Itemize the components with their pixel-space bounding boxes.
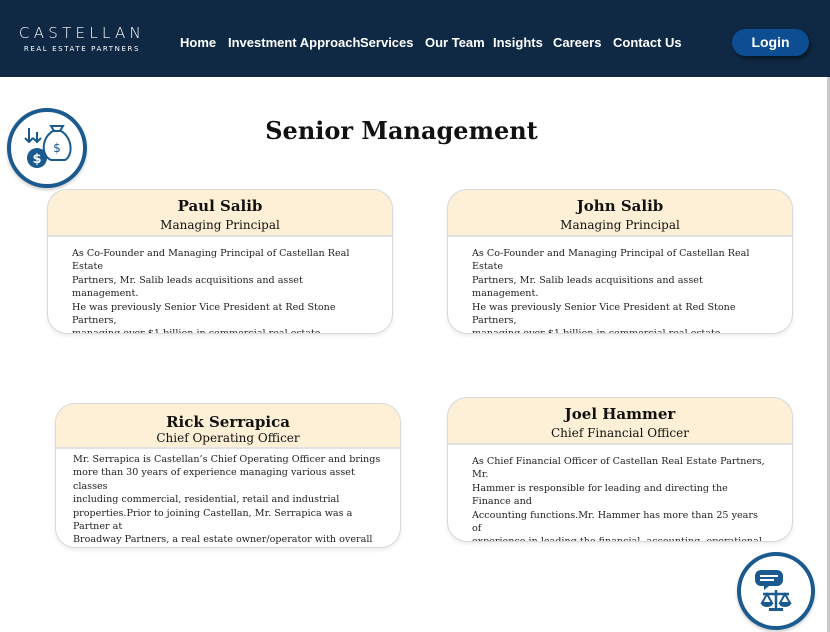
card-header: Paul Salib Managing Principal: [48, 190, 392, 237]
site-header: CASTELLAN REAL ESTATE PARTNERS Home Inve…: [0, 0, 830, 77]
nav-insights[interactable]: Insights: [493, 35, 543, 50]
card-header: Rick Serrapica Chief Operating Officer: [56, 404, 400, 449]
svg-text:$: $: [32, 152, 41, 167]
brand-logo[interactable]: CASTELLAN REAL ESTATE PARTNERS: [7, 24, 157, 53]
member-bio: As Chief Financial Officer of Castellan …: [472, 456, 765, 542]
nav-our-team[interactable]: Our Team: [425, 35, 485, 50]
nav-careers[interactable]: Careers: [553, 35, 601, 50]
member-name: Rick Serrapica: [166, 413, 290, 431]
member-role: Managing Principal: [160, 218, 280, 232]
member-bio: Mr. Serrapica is Castellan’s Chief Opera…: [73, 454, 381, 546]
chat-scale-icon[interactable]: [737, 552, 815, 630]
nav-home[interactable]: Home: [180, 35, 216, 50]
brand-tagline: REAL ESTATE PARTNERS: [23, 45, 141, 53]
login-button[interactable]: Login: [732, 29, 809, 56]
page-title: Senior Management: [265, 116, 538, 145]
card-header: Joel Hammer Chief Financial Officer: [448, 398, 792, 445]
nav-investment-approach[interactable]: Investment Approach: [228, 35, 360, 50]
brand-name: CASTELLAN: [18, 24, 146, 42]
member-role: Chief Financial Officer: [550, 426, 689, 440]
team-card-rick-serrapica: Rick Serrapica Chief Operating Officer M…: [55, 403, 401, 548]
team-card-joel-hammer: Joel Hammer Chief Financial Officer As C…: [447, 397, 793, 542]
member-name: Joel Hammer: [564, 405, 676, 423]
team-card-paul-salib: Paul Salib Managing Principal As Co-Foun…: [47, 189, 393, 334]
team-card-john-salib: John Salib Managing Principal As Co-Foun…: [447, 189, 793, 334]
nav-services[interactable]: Services: [360, 35, 414, 50]
card-header: John Salib Managing Principal: [448, 190, 792, 237]
member-bio: As Co-Founder and Managing Principal of …: [72, 248, 350, 334]
member-role: Managing Principal: [560, 218, 680, 232]
member-name: John Salib: [576, 197, 664, 215]
member-bio: As Co-Founder and Managing Principal of …: [472, 248, 750, 334]
nav-contact-us[interactable]: Contact Us: [613, 35, 682, 50]
member-role: Chief Operating Officer: [156, 431, 300, 445]
member-name: Paul Salib: [177, 197, 263, 215]
